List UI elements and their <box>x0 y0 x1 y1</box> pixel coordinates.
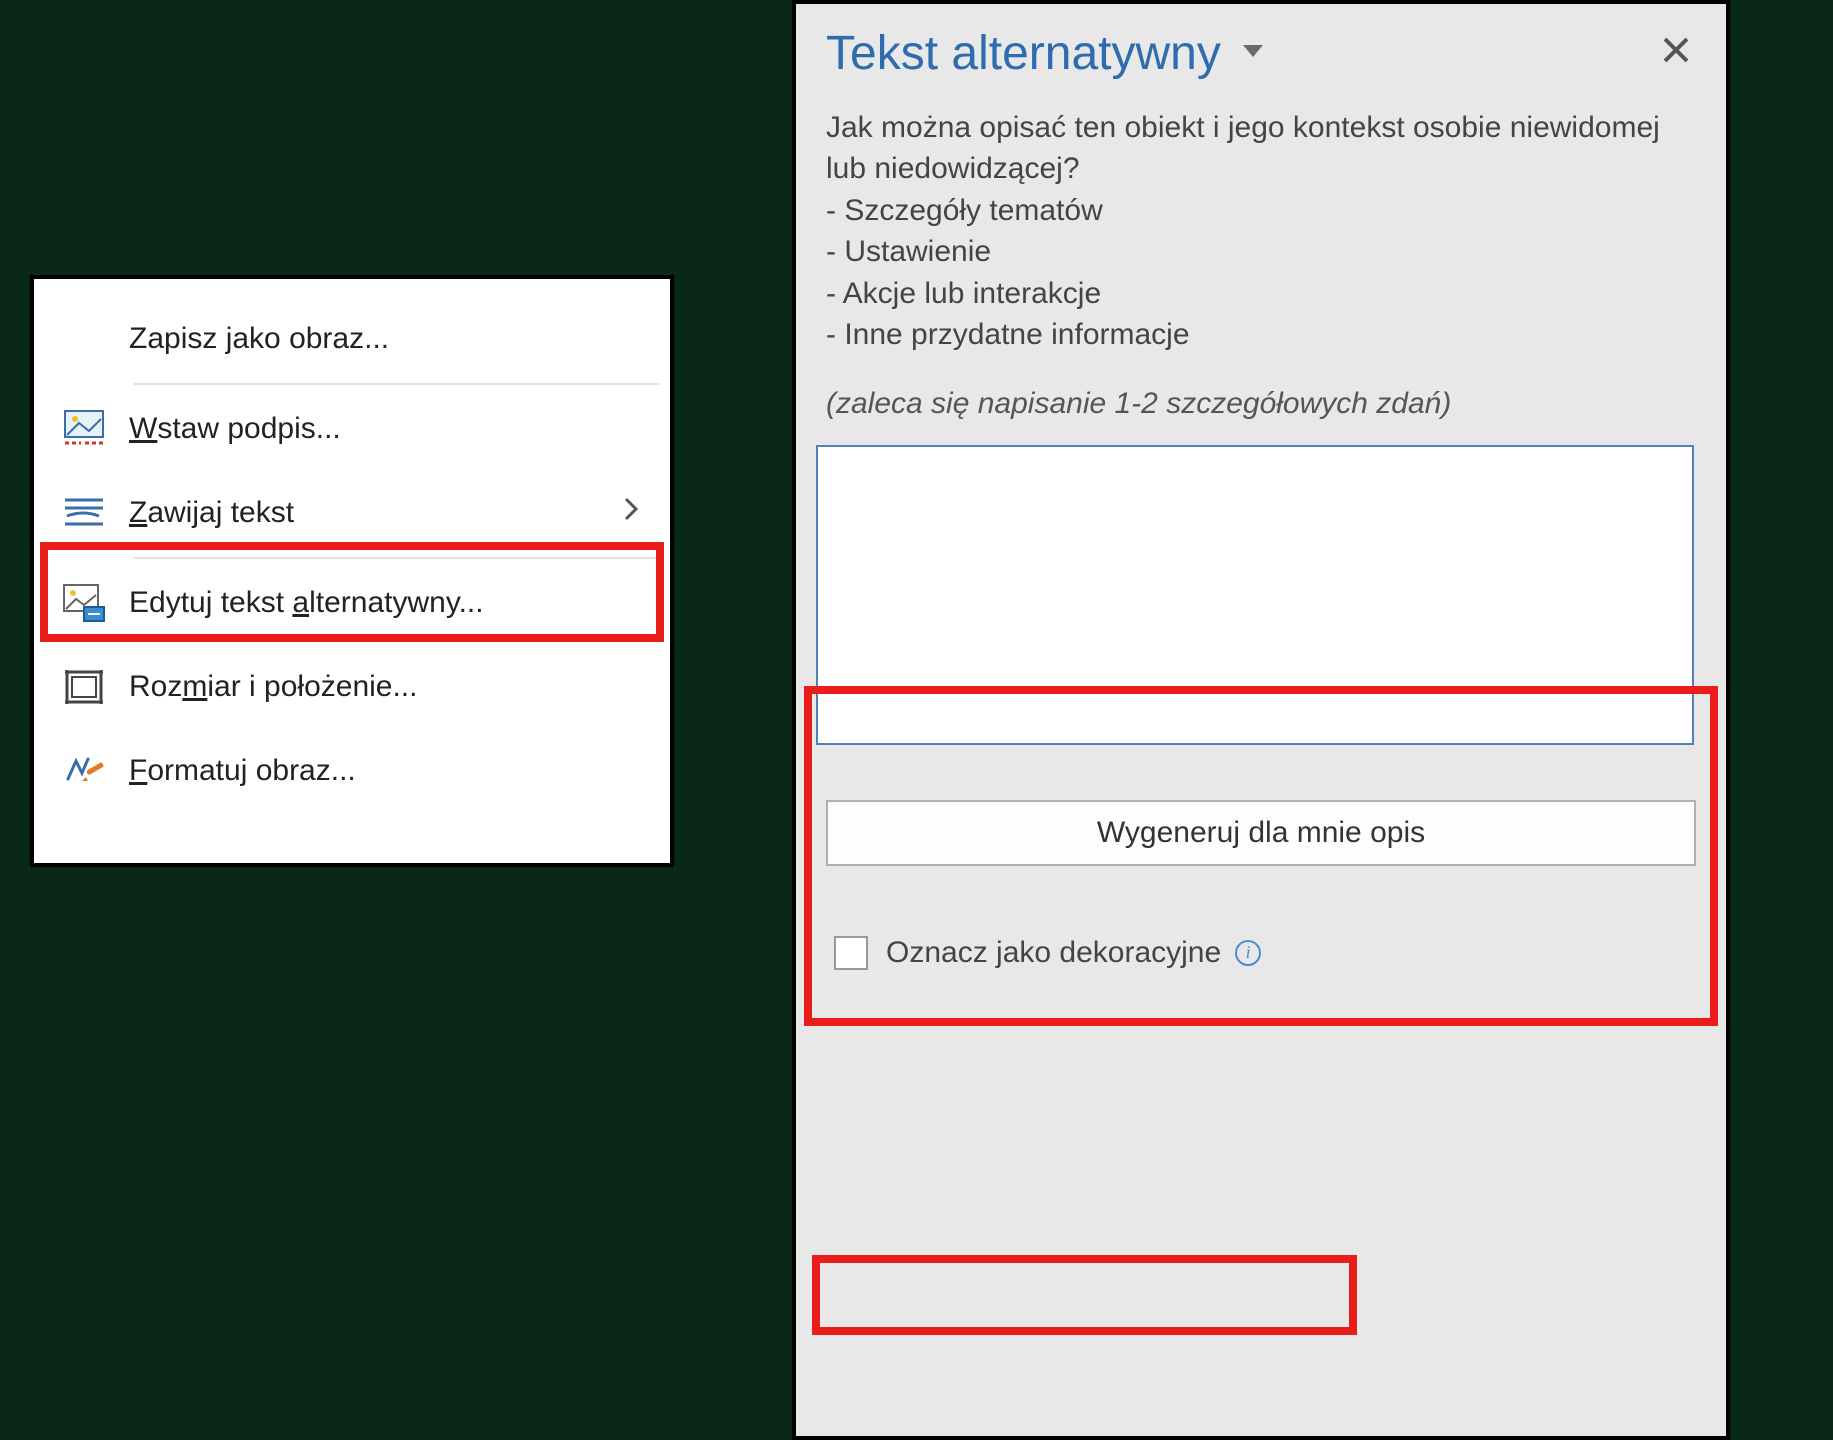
textarea-wrap <box>816 445 1706 750</box>
menu-separator <box>134 557 660 559</box>
panel-dropdown-icon[interactable] <box>1241 43 1265 64</box>
menu-item-size-position[interactable]: Rozmiar i położenie... <box>34 645 670 729</box>
hint-recommend: (zaleca się napisanie 1-2 szczegółowych … <box>826 383 1696 424</box>
decorative-checkbox-row[interactable]: Oznacz jako dekoracyjne i <box>826 926 1269 980</box>
generate-description-button[interactable]: Wygeneruj dla mnie opis <box>826 800 1696 866</box>
hint-bullet: - Szczegóły tematów <box>826 190 1696 231</box>
hint-bullet: - Ustawienie <box>826 231 1696 272</box>
menu-label: Zapisz jako obraz... <box>129 322 389 356</box>
picture-icon-red <box>56 409 111 449</box>
wrap-text-icon <box>56 496 111 530</box>
alt-text-panel: Tekst alternatywny Jak można opisać ten … <box>792 0 1730 1440</box>
menu-label: Zawijaj tekst <box>129 496 294 530</box>
hint-bullet: - Inne przydatne informacje <box>826 314 1696 355</box>
menu-label: Edytuj tekst alternatywny... <box>129 586 484 620</box>
panel-body: Jak można opisać ten obiekt i jego konte… <box>796 93 1726 425</box>
checkbox[interactable] <box>834 936 868 970</box>
format-picture-icon <box>56 751 111 791</box>
alt-text-icon <box>56 583 111 623</box>
menu-label: Formatuj obraz... <box>129 754 356 788</box>
size-position-icon <box>56 668 111 706</box>
menu-separator <box>134 383 660 385</box>
menu-label: Rozmiar i położenie... <box>129 670 417 704</box>
menu-item-save-as-image[interactable]: Zapisz jako obraz... <box>34 297 670 381</box>
panel-header: Tekst alternatywny <box>796 4 1726 93</box>
decorative-label: Oznacz jako dekoracyjne <box>886 936 1221 970</box>
context-menu: Zapisz jako obraz... Wstaw podpis... Zaw… <box>30 275 674 867</box>
hint-bullet: - Akcje lub interakcje <box>826 273 1696 314</box>
menu-item-wrap-text[interactable]: Zawijaj tekst <box>34 471 670 555</box>
chevron-right-icon <box>622 495 648 531</box>
panel-title: Tekst alternatywny <box>826 26 1221 81</box>
info-icon[interactable]: i <box>1235 940 1261 966</box>
hint-intro: Jak można opisać ten obiekt i jego konte… <box>826 107 1696 190</box>
menu-item-insert-caption[interactable]: Wstaw podpis... <box>34 387 670 471</box>
menu-label: Wstaw podpis... <box>129 412 341 446</box>
close-icon[interactable] <box>1656 32 1696 75</box>
menu-item-edit-alt-text[interactable]: Edytuj tekst alternatywny... <box>34 561 670 645</box>
menu-item-format-picture[interactable]: Formatuj obraz... <box>34 729 670 813</box>
alt-text-input[interactable] <box>816 445 1694 745</box>
